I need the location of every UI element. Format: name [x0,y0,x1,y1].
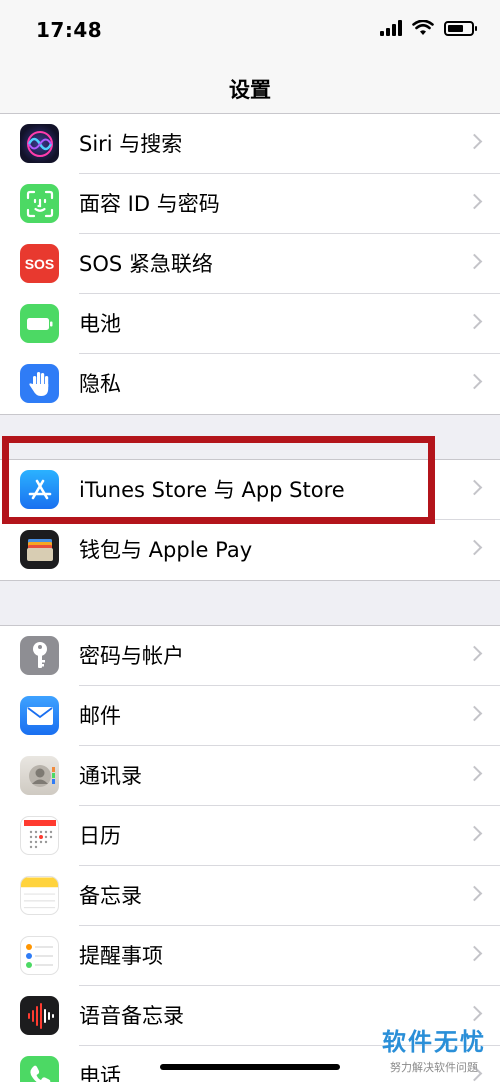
chevron-right-icon [466,539,483,556]
settings-row-label: 面容 ID 与密码 [79,192,220,216]
battery-icon [20,304,59,343]
privacy-hand-icon [20,364,59,403]
settings-row-mail[interactable]: 邮件 [0,686,500,746]
settings-row-label: SOS 紧急联络 [79,252,213,276]
face-id-icon [20,184,59,223]
settings-row-wallet[interactable]: 钱包与 Apple Pay [0,520,500,580]
settings-row-notes[interactable]: 备忘录 [0,866,500,926]
settings-row-face-id[interactable]: 面容 ID 与密码 [0,174,500,234]
chevron-right-icon [466,253,483,270]
settings-row-contacts[interactable]: 通讯录 [0,746,500,806]
settings-row-label: 邮件 [79,704,121,728]
chevron-right-icon [466,825,483,842]
phone-icon [20,1056,59,1082]
chevron-right-icon [466,479,483,496]
wifi-icon [412,20,434,35]
chevron-right-icon [466,133,483,150]
reminders-icon [20,936,59,975]
settings-row-label: 语音备忘录 [79,1004,184,1028]
chevron-right-icon [466,885,483,902]
chevron-right-icon [466,313,483,330]
battery-status-icon [444,20,477,36]
chevron-right-icon [466,945,483,962]
settings-row-sos[interactable]: SOS SOS 紧急联络 [0,234,500,294]
page-title: 设置 [229,77,271,102]
watermark-subtitle: 努力解决软件问题 [390,1061,478,1074]
chevron-right-icon [466,193,483,210]
mail-icon [20,696,59,735]
settings-row-battery[interactable]: 电池 [0,294,500,354]
status-time: 17:48 [36,18,103,42]
watermark-title: 软件无忧 [382,1028,486,1056]
settings-row-label: 日历 [79,824,121,848]
home-indicator[interactable] [160,1064,340,1070]
calendar-icon [20,816,59,855]
chevron-right-icon [466,1005,483,1022]
highlight-annotation-box [2,436,435,524]
sos-icon-text: SOS [24,255,55,272]
settings-row-label: 钱包与 Apple Pay [79,538,253,562]
nav-bar: 设置 [0,60,500,118]
chevron-right-icon [466,373,483,390]
settings-group-1: Siri 与搜索 面容 ID 与密码 SOS SOS 紧急联络 电池 隐私 [0,113,500,415]
settings-row-passwords-accounts[interactable]: 密码与帐户 [0,626,500,686]
siri-icon [20,124,59,163]
status-bar: 17:48 [0,0,500,60]
notes-icon [20,876,59,915]
settings-row-calendar[interactable]: 日历 [0,806,500,866]
settings-row-label: 密码与帐户 [79,644,184,668]
settings-row-label: 电话 [79,1064,121,1082]
chevron-right-icon [466,645,483,662]
settings-row-label: 电池 [79,312,121,336]
settings-row-reminders[interactable]: 提醒事项 [0,926,500,986]
sos-icon: SOS [20,244,59,283]
settings-row-label: 通讯录 [79,764,142,788]
wallet-icon [20,530,59,569]
settings-row-label: 提醒事项 [79,944,163,968]
contacts-icon [20,756,59,795]
signal-icon [380,20,402,36]
key-icon [20,636,59,675]
settings-row-privacy[interactable]: 隐私 [0,354,500,414]
settings-row-label: 隐私 [79,372,121,396]
chevron-right-icon [466,765,483,782]
watermark: 软件无忧 努力解决软件问题 [378,1022,490,1075]
status-icons [380,20,477,36]
settings-row-label: 备忘录 [79,884,142,908]
settings-row-label: Siri 与搜索 [79,132,183,156]
settings-row-siri[interactable]: Siri 与搜索 [0,114,500,174]
chevron-right-icon [466,705,483,722]
voice-memos-icon [20,996,59,1035]
settings-group-3: 密码与帐户 邮件 通讯录 日历 备忘录 提醒事项 语音备忘录 电话 [0,625,500,1082]
